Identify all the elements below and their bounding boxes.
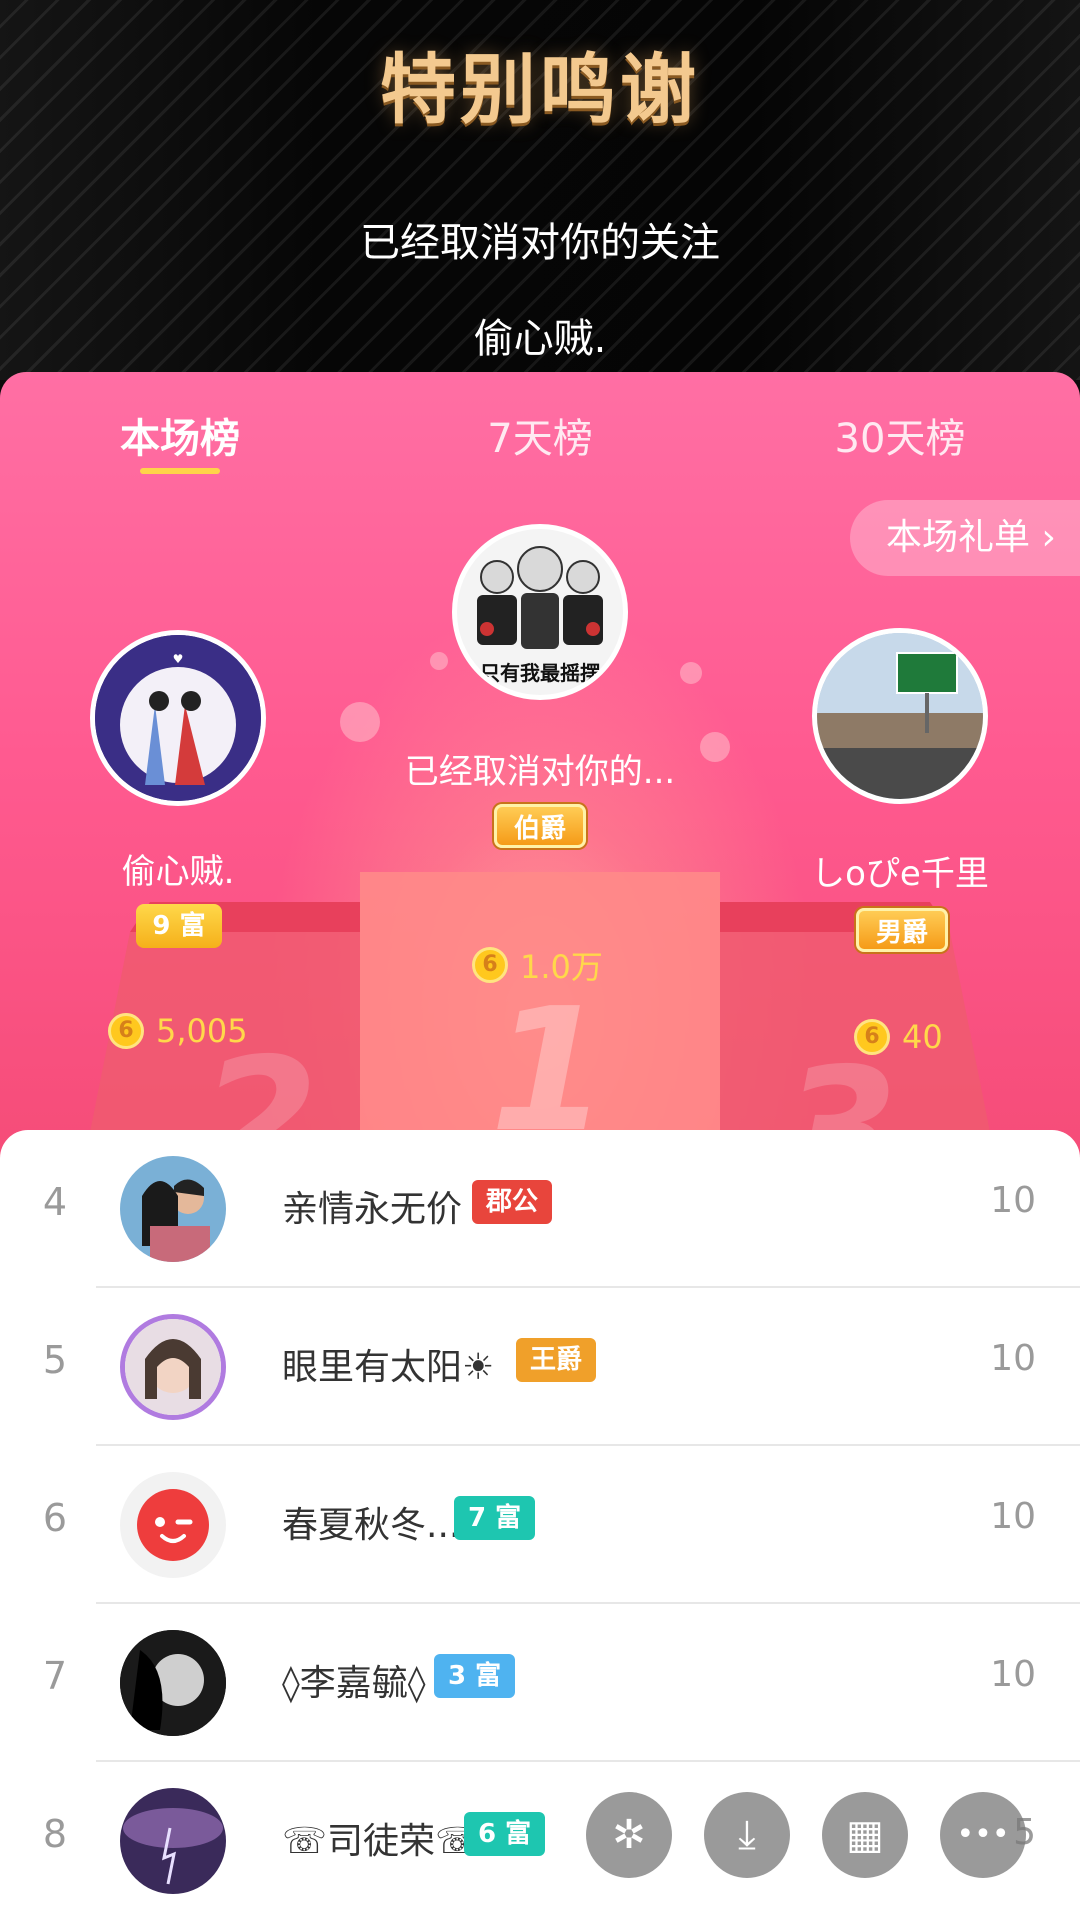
ranking-tabs: 本场榜 7天榜 30天榜: [0, 372, 1080, 502]
svg-text:♥: ♥: [173, 652, 184, 666]
coin-icon: 6: [472, 947, 508, 983]
thanks-line-1: 已经取消对你的关注: [360, 220, 720, 266]
user-name: ◊李嘉毓◊: [282, 1663, 426, 1704]
couple-illustration-image: ♥: [95, 635, 261, 801]
coin-icon: 6: [854, 1019, 890, 1055]
download-icon[interactable]: ⤓: [704, 1792, 790, 1878]
list-item[interactable]: 4 亲情永无价 郡公 10: [0, 1130, 1080, 1288]
avatar[interactable]: [120, 1314, 226, 1420]
coin-amount: 40: [902, 1018, 943, 1056]
avatar[interactable]: [120, 1156, 226, 1262]
wink-face-image: [137, 1489, 209, 1561]
rank-number: 7: [42, 1654, 68, 1698]
storm-sky-image: [120, 1788, 226, 1894]
thanks-title: 特别鸣谢: [380, 45, 700, 134]
tab-this-session[interactable]: 本场榜: [60, 406, 300, 464]
score: 10: [990, 1338, 1036, 1379]
thanks-line-2: 偷心贼.: [473, 316, 607, 362]
rank-number: 6: [42, 1496, 68, 1540]
rank-number: 8: [42, 1812, 68, 1856]
tab-30-days[interactable]: 30天榜: [780, 406, 1020, 464]
thanks-header: 特别鸣谢 已经取消对你的关注 偷心贼.: [0, 0, 1080, 380]
bokeh-decoration: [680, 662, 702, 684]
avatar[interactable]: [120, 1788, 226, 1894]
list-item[interactable]: 8 ☏司徒荣☏ 6 富 5: [0, 1762, 1080, 1920]
wealth-level-badge: 3 富: [434, 1654, 516, 1698]
bokeh-decoration: [430, 652, 448, 670]
bokeh-decoration: [340, 702, 380, 742]
avatar[interactable]: [120, 1472, 226, 1578]
wealth-level-badge: 6 富: [464, 1812, 546, 1856]
second-place-avatar[interactable]: ♥: [90, 630, 266, 806]
user-name: ☏司徒荣☏: [282, 1821, 481, 1862]
ranking-list: 4 亲情永无价 郡公 10 5 眼里有太阳☀ 王爵 10 6 春夏秋冬... 7…: [0, 1130, 1080, 1920]
tab-7-days[interactable]: 7天榜: [420, 406, 660, 464]
grid-icon[interactable]: ▦: [822, 1792, 908, 1878]
rank-number: 5: [42, 1338, 68, 1382]
avatar[interactable]: [120, 1630, 226, 1736]
second-place-coins: 6 5,005: [108, 1012, 248, 1050]
first-place-name: 已经取消对你的...: [404, 752, 676, 792]
third-place-avatar[interactable]: [812, 628, 988, 804]
user-name: 眼里有太阳☀: [282, 1347, 495, 1388]
noble-badge: 郡公: [472, 1180, 553, 1224]
couple-photo-image: [120, 1156, 226, 1262]
kuaishou-icon[interactable]: ✲: [586, 1792, 672, 1878]
wealth-level-badge: 9 富: [136, 904, 222, 948]
highway-photo-image: [817, 633, 983, 799]
list-item[interactable]: 6 春夏秋冬... 7 富 10: [0, 1446, 1080, 1604]
rank-number: 4: [42, 1180, 68, 1224]
noble-badge-baron: 男爵: [856, 908, 948, 952]
girl-photo-image: [125, 1319, 221, 1415]
third-place-coins: 6 40: [854, 1018, 943, 1056]
coin-amount: 1.0万: [520, 948, 603, 986]
score: 10: [990, 1180, 1036, 1221]
coin-amount: 5,005: [156, 1012, 248, 1050]
more-icon[interactable]: •••: [940, 1792, 1026, 1878]
user-name: 亲情永无价: [282, 1189, 463, 1230]
bw-portrait-image: [120, 1630, 226, 1736]
score: 10: [990, 1496, 1036, 1537]
second-place-name: 偷心贼.: [121, 852, 235, 892]
list-item[interactable]: 7 ◊李嘉毓◊ 3 富 10: [0, 1604, 1080, 1762]
first-place-avatar[interactable]: 只有我最摇摆: [452, 524, 628, 700]
list-item[interactable]: 5 眼里有太阳☀ 王爵 10: [0, 1288, 1080, 1446]
third-place-name: しoぴe千里: [811, 854, 989, 894]
wealth-level-badge: 7 富: [454, 1496, 536, 1540]
first-place-coins: 6 1.0万: [472, 942, 603, 988]
score: 10: [990, 1654, 1036, 1695]
coin-icon: 6: [108, 1013, 144, 1049]
noble-badge-count: 伯爵: [494, 804, 586, 848]
noble-badge: 王爵: [516, 1338, 597, 1382]
user-name: 春夏秋冬...: [282, 1505, 461, 1546]
avatar-caption: 只有我最摇摆: [480, 661, 600, 685]
active-tab-indicator: [140, 468, 220, 474]
gift-list-button[interactable]: 本场礼单 ›: [850, 500, 1080, 576]
